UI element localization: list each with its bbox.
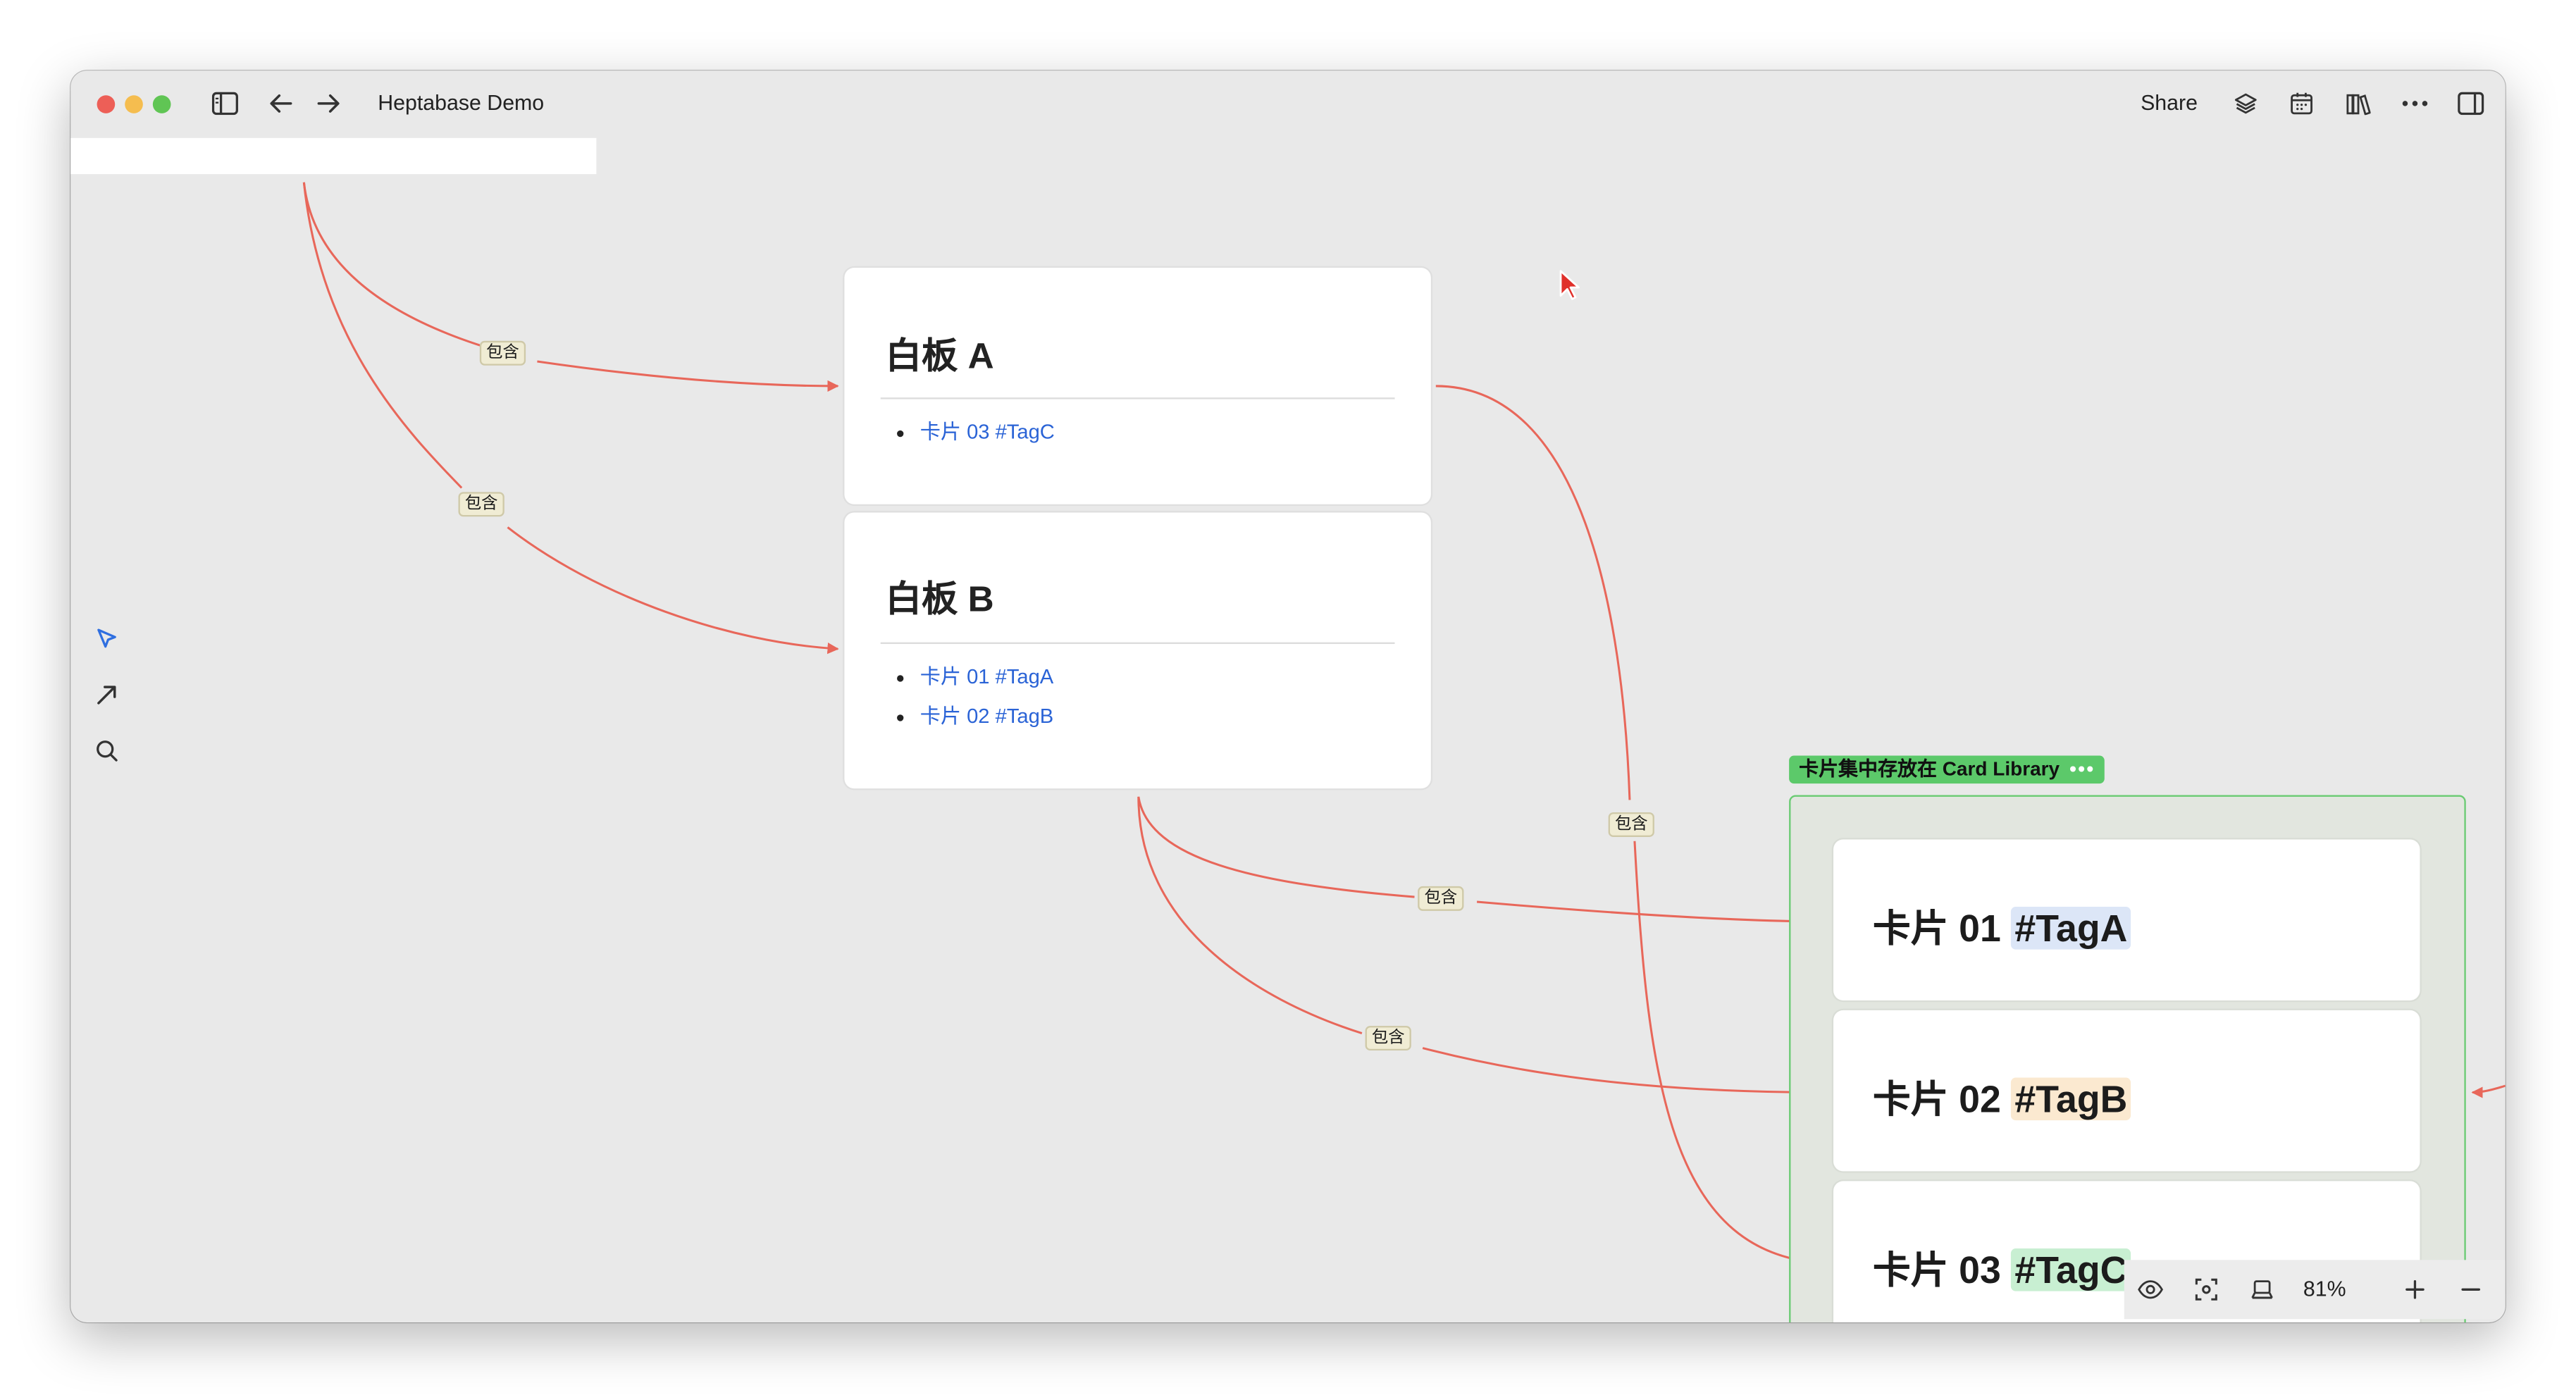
fit-view-icon[interactable] [2246,1273,2279,1306]
edge-label[interactable]: 包含 [1608,812,1654,837]
edge-label[interactable]: 包含 [479,340,526,366]
whiteboard-card-b[interactable]: 白板 B 卡片 01 #TagA 卡片 02 #TagB [844,512,1431,789]
whiteboard-card-a[interactable]: 白板 A 卡片 03 #TagC [844,268,1431,504]
mouse-cursor-icon [1559,270,1580,300]
card-01[interactable]: 卡片 01 #TagA [1833,839,2420,1000]
edge-line [1476,900,1828,928]
card-name: 卡片 03 [1873,1248,2001,1291]
tag-badge[interactable]: #TagB [2011,1077,2131,1121]
group-label[interactable]: 卡片集中存放在 Card Library ••• [1789,755,2105,784]
edge-line [537,360,839,392]
tag-badge[interactable]: #TagC [2011,1248,2131,1291]
card-library-group[interactable]: 卡片 01 #TagA 卡片 02 #TagB 卡片 03 #TagC [1789,795,2466,1322]
whiteboard-card-list: 卡片 01 #TagA 卡片 02 #TagB [893,657,1054,736]
group-title: 卡片集中存放在 Card Library [1799,757,2060,781]
edge-line [2471,1084,2506,1098]
edge-line [507,526,839,655]
edge-line [1137,796,1415,898]
edge-label[interactable]: 包含 [1365,1026,1411,1051]
arrow-tool-icon[interactable] [90,678,123,712]
edge-line [302,182,507,354]
card-02[interactable]: 卡片 02 #TagB [1833,1010,2420,1172]
zoom-in-icon[interactable] [2398,1273,2432,1306]
edge-line [1422,1047,1828,1098]
app-window: Heptabase Demo Share 包含 包含 包含 包含 包含 白板 A… [70,70,2506,1322]
card-link[interactable]: 卡片 03 #TagC [920,412,1055,452]
whiteboard-card-list: 卡片 03 #TagC [893,412,1055,452]
focus-frame-icon[interactable] [2190,1273,2223,1306]
edge-line [1435,385,1631,800]
card-name: 卡片 01 [1873,907,2001,950]
whiteboard-title: 白板 A [885,335,994,376]
divider [880,397,1395,399]
divider [880,642,1395,644]
edge-line [302,182,463,489]
zoom-out-icon[interactable] [2454,1273,2487,1306]
card-link[interactable]: 卡片 02 #TagB [920,697,1054,736]
tag-badge[interactable]: #TagA [2011,907,2131,950]
edge-line [1137,796,1363,1035]
search-icon[interactable] [90,734,123,767]
whiteboard-title: 白板 B [885,578,994,620]
edge-label[interactable]: 包含 [1418,886,1464,911]
card-link[interactable]: 卡片 01 #TagA [920,657,1054,697]
eye-icon[interactable] [2134,1273,2167,1306]
edge-label[interactable]: 包含 [458,492,504,517]
card-name: 卡片 02 [1873,1077,2001,1121]
group-menu-icon[interactable]: ••• [2069,757,2095,781]
screen: Heptabase Demo Share 包含 包含 包含 包含 包含 白板 A… [0,0,2576,1395]
zoom-level[interactable]: 81% [2303,1277,2346,1301]
zoom-controls: 81% [2124,1260,2506,1320]
select-tool-icon[interactable] [90,623,123,656]
